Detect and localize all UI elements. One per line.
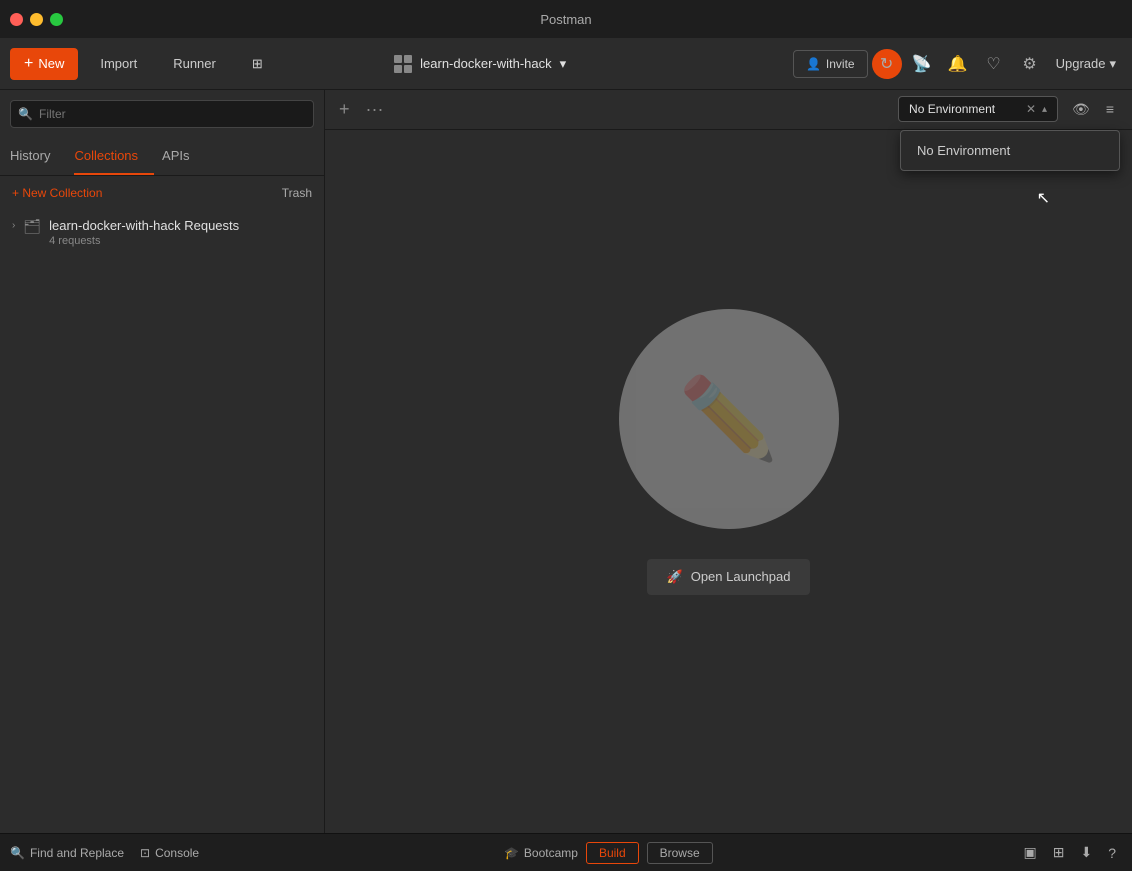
download-button[interactable]: ⬇: [1074, 842, 1098, 863]
workspace-icon: [394, 55, 412, 73]
notification-icon-btn[interactable]: 🔔: [942, 48, 974, 80]
new-label: New: [38, 56, 64, 71]
sync-button[interactable]: ↻: [872, 49, 902, 79]
bottom-center: 🎓 Bootcamp Build Browse: [504, 842, 713, 864]
bootcamp-label: Bootcamp: [524, 846, 578, 860]
new-collection-button[interactable]: + New Collection: [12, 186, 102, 200]
bottom-left: 🔍 Find and Replace ⊡ Console: [10, 846, 199, 860]
sidebar-actions: + New Collection Trash: [0, 176, 324, 210]
chevron-down-icon: ▾: [560, 56, 567, 72]
toolbar-right: 👤 Invite ↻ 📡 🔔 ♡ ⚙ Upgrade ▾: [793, 48, 1122, 80]
environment-bar: No Environment ✕ ▴ 👁 ≡ No Environment: [886, 90, 1132, 128]
open-launchpad-button[interactable]: 🚀 Open Launchpad: [647, 559, 811, 595]
center-content: ✏️ 🚀 Open Launchpad: [325, 130, 1132, 833]
list-item[interactable]: › 🗂 learn-docker-with-hack Requests 4 re…: [0, 210, 324, 255]
maximize-dot[interactable]: [50, 13, 63, 26]
chevron-down-icon: ▾: [1109, 56, 1116, 72]
settings-icon-btn[interactable]: ⚙: [1014, 48, 1046, 80]
sidebar: 🔍 History Collections APIs + New Collect…: [0, 90, 325, 833]
bottom-right: ▣ ⊞ ⬇ ?: [1017, 842, 1122, 863]
console-label: Console: [155, 846, 199, 860]
tab-collections[interactable]: Collections: [74, 138, 154, 175]
chevron-up-icon[interactable]: ▴: [1042, 104, 1047, 115]
layout-toggle-button[interactable]: ⊞: [238, 49, 277, 79]
dropdown-item-no-env[interactable]: No Environment: [903, 133, 1117, 168]
help-button[interactable]: ?: [1102, 843, 1122, 863]
radar-icon-btn[interactable]: 📡: [906, 48, 938, 80]
sidebar-search-area: 🔍: [0, 90, 324, 138]
titlebar: Postman: [0, 0, 1132, 38]
search-icon: 🔍: [18, 107, 33, 121]
upgrade-label: Upgrade: [1056, 56, 1106, 71]
env-settings-button[interactable]: ≡: [1100, 97, 1120, 122]
launchpad-icon: 🚀: [667, 569, 683, 585]
env-clear-icon[interactable]: ✕: [1026, 102, 1036, 116]
folder-icon: 🗂: [23, 218, 41, 235]
placeholder-illustration: ✏️: [619, 309, 839, 529]
app-title: Postman: [540, 12, 591, 27]
minimize-dot[interactable]: [30, 13, 43, 26]
add-tab-button[interactable]: +: [335, 95, 354, 124]
tab-history[interactable]: History: [10, 138, 66, 175]
person-icon: 👤: [806, 57, 821, 71]
import-button[interactable]: Import: [86, 49, 151, 78]
trash-button[interactable]: Trash: [282, 186, 312, 200]
environment-dropdown-menu: No Environment: [900, 130, 1120, 171]
workspace-name: learn-docker-with-hack: [420, 56, 552, 71]
search-input[interactable]: [10, 100, 314, 128]
main-content: + ··· No Environment ✕ ▴ 👁 ≡ No Environm…: [325, 90, 1132, 833]
environment-selected: No Environment: [909, 102, 1020, 116]
find-replace-label: Find and Replace: [30, 846, 124, 860]
pane-layout-button[interactable]: ▣: [1017, 842, 1042, 863]
window-controls: [10, 13, 63, 26]
bootcamp-button[interactable]: 🎓 Bootcamp: [504, 846, 578, 860]
heart-icon-btn[interactable]: ♡: [978, 48, 1010, 80]
console-icon: ⊡: [140, 846, 150, 860]
plus-icon: +: [24, 55, 33, 73]
new-button[interactable]: + New: [10, 48, 78, 80]
main-layout: 🔍 History Collections APIs + New Collect…: [0, 90, 1132, 833]
pencil-icon: ✏️: [679, 372, 779, 466]
bottom-bar: 🔍 Find and Replace ⊡ Console 🎓 Bootcamp …: [0, 833, 1132, 871]
sidebar-tabs: History Collections APIs: [0, 138, 324, 176]
browse-button[interactable]: Browse: [647, 842, 713, 864]
search-wrap: 🔍: [10, 100, 314, 128]
split-pane-button[interactable]: ⊞: [1047, 842, 1071, 863]
runner-button[interactable]: Runner: [159, 49, 230, 78]
console-button[interactable]: ⊡ Console: [140, 846, 199, 860]
collection-info: learn-docker-with-hack Requests 4 reques…: [49, 218, 312, 247]
invite-label: Invite: [826, 57, 855, 71]
close-dot[interactable]: [10, 13, 23, 26]
search-bottom-icon: 🔍: [10, 846, 25, 860]
build-button[interactable]: Build: [586, 842, 639, 864]
tab-apis[interactable]: APIs: [162, 138, 189, 175]
env-eye-button[interactable]: 👁: [1066, 97, 1096, 122]
env-actions: 👁 ≡: [1066, 97, 1120, 122]
more-tabs-button[interactable]: ···: [362, 95, 388, 124]
toolbar: + New Import Runner ⊞ learn-docker-with-…: [0, 38, 1132, 90]
collection-meta: 4 requests: [49, 235, 312, 247]
chevron-right-icon: ›: [12, 220, 15, 231]
upgrade-button[interactable]: Upgrade ▾: [1050, 56, 1122, 72]
invite-button[interactable]: 👤 Invite: [793, 50, 868, 78]
bootcamp-icon: 🎓: [504, 846, 519, 860]
workspace-selector[interactable]: learn-docker-with-hack ▾: [394, 55, 566, 73]
find-replace-button[interactable]: 🔍 Find and Replace: [10, 846, 124, 860]
environment-dropdown[interactable]: No Environment ✕ ▴: [898, 96, 1058, 122]
collection-name: learn-docker-with-hack Requests: [49, 218, 312, 233]
open-launchpad-label: Open Launchpad: [691, 569, 791, 584]
